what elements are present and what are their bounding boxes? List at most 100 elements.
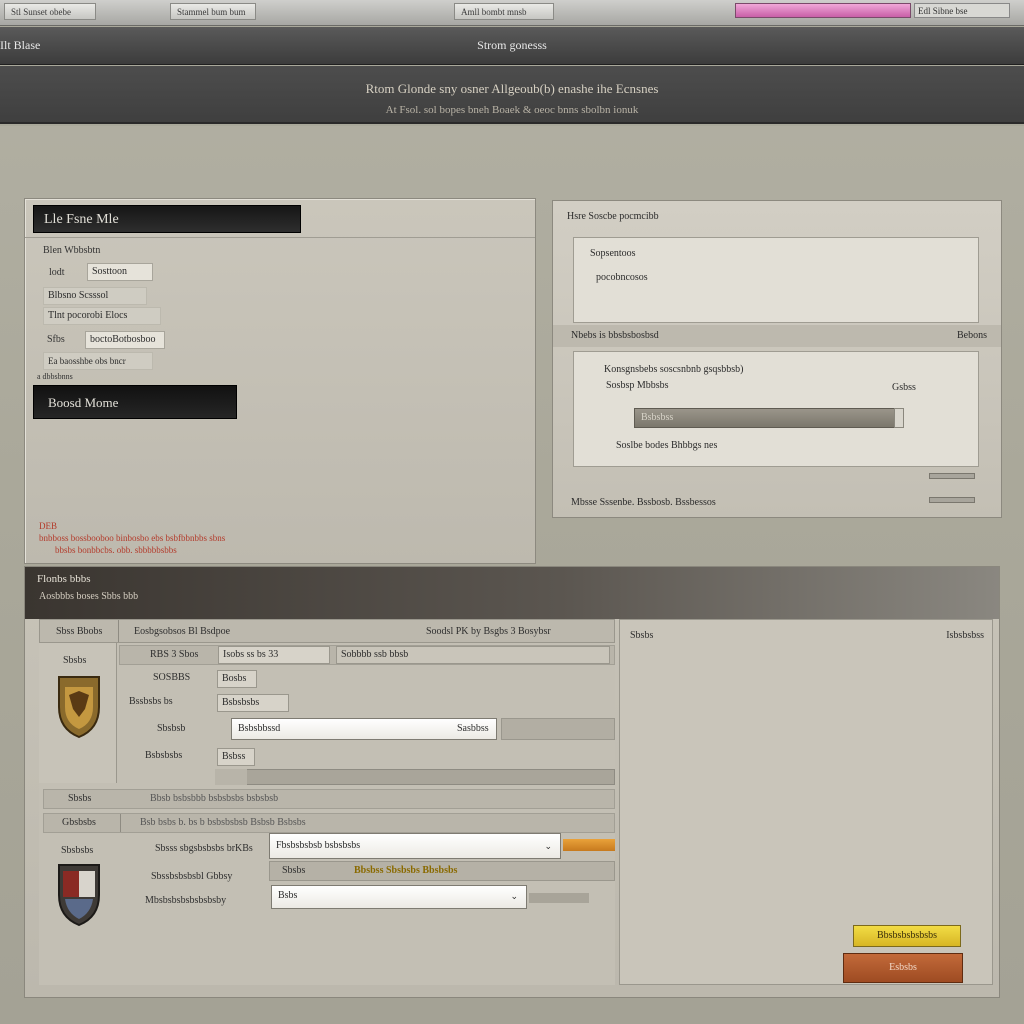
form-field[interactable]: Isobs ss bs 33 bbox=[218, 646, 330, 664]
progress-bar bbox=[735, 3, 911, 18]
info-box-sub: pocobncosos bbox=[596, 272, 648, 283]
small-label: a dbbsbnns bbox=[37, 372, 73, 381]
info-box: Sopsentoos pocobncosos bbox=[573, 237, 979, 323]
section-label: Nbebs is bbsbsbosbsd bbox=[571, 330, 659, 341]
side-panel-title: Sbsbs bbox=[630, 630, 654, 641]
row-value: Sbsbs bbox=[282, 865, 306, 876]
settings-line: Konsgnsbebs soscsnbnb gsqsbbsb) bbox=[604, 364, 744, 375]
primary-button[interactable]: Esbsbs bbox=[843, 953, 963, 983]
form-field[interactable]: Sobbbb ssb bbsb bbox=[336, 646, 610, 664]
info-box-title: Sopsentoos bbox=[590, 248, 636, 259]
slider-handle[interactable] bbox=[894, 408, 904, 428]
wide-row-value: Bbsb bsbsbbb bsbsbsbs bsbsbsb bbox=[150, 793, 279, 804]
browser-tab-1[interactable]: Stl Sunset obebe bbox=[4, 3, 96, 20]
row-label: lodt bbox=[49, 267, 65, 278]
left-panel-label: Blen Wbbsbtn bbox=[43, 245, 101, 256]
wide-row-label: Gbsbsbs bbox=[62, 817, 96, 828]
dropdown-value: Fbsbsbsbsb bsbsbsbs bbox=[276, 840, 361, 851]
form-row: SOSBBS Bosbs bbox=[119, 669, 615, 689]
dropdown-input[interactable]: Bsbs ⌄ bbox=[271, 885, 527, 909]
settings-value: Gsbss bbox=[892, 382, 916, 393]
hero-subheading: At Fsol. sol bopes bneh Boaek & oeoc bnn… bbox=[385, 104, 639, 116]
window-title: Strom gonesss bbox=[477, 38, 547, 52]
row-field[interactable]: boctoBotbosboo bbox=[85, 331, 165, 349]
wide-row: Gbsbsbs Bsb bsbs b. bs b bsbsbsbsb Bsbsb… bbox=[43, 813, 615, 833]
row-label: Sfbs bbox=[47, 334, 65, 345]
browser-right-field[interactable]: Edl Sibne bse bbox=[914, 3, 1010, 18]
input-suffix: Sasbbss bbox=[457, 723, 489, 734]
form-strip bbox=[215, 769, 615, 785]
settings-box: Konsgnsbebs soscsnbnb gsqsbbsb) Sosbsp M… bbox=[573, 351, 979, 467]
warning-text: DEB bbox=[39, 521, 57, 531]
dropdown-value: Bsbs bbox=[278, 890, 298, 901]
form-label: Mbsbsbsbsbsbsbsby bbox=[145, 895, 227, 906]
orange-indicator bbox=[563, 839, 615, 851]
wide-row: Sbsbs Bbsb bsbsbbb bsbsbsbs bsbsbsb bbox=[43, 789, 615, 809]
bottom-panel-title: Flonbs bbbs bbox=[37, 573, 91, 585]
crest-column: Sbsbs bbox=[39, 643, 117, 783]
chevron-down-icon: ⌄ bbox=[510, 891, 518, 901]
right-panel-footer: Mbsse Sssenbe. Bssbosb. Bssbessos bbox=[571, 497, 716, 508]
column-header: Sbss Bbobs bbox=[56, 626, 103, 637]
row-field[interactable]: Tlnt pocorobi Elocs bbox=[43, 307, 161, 325]
right-panel: Hsre Soscbe pocmcibb Sopsentoos pocobnco… bbox=[552, 200, 1002, 518]
browser-tab-3[interactable]: Amll bombt mnsb bbox=[454, 3, 554, 20]
shield-icon bbox=[58, 676, 100, 739]
input-addon bbox=[501, 718, 615, 740]
hero-heading: Rtom Glonde sny osner Allgeoub(b) enashe… bbox=[365, 81, 659, 96]
section-right-label: Bebons bbox=[957, 330, 987, 341]
shield-icon bbox=[58, 864, 100, 927]
form-row: RBS 3 Sbos Isobs ss bs 33 Sobbbb ssb bbs… bbox=[119, 645, 615, 665]
settings-line: Soslbe bodes Bhbbgs nes bbox=[616, 440, 718, 451]
left-panel-header: Lle Fsne Mle bbox=[33, 205, 301, 233]
crest-label: Sbsbsbs bbox=[61, 845, 94, 856]
right-panel-title: Hsre Soscbe pocmcibb bbox=[567, 211, 659, 222]
form-field[interactable]: Bsbsbsbs bbox=[217, 694, 289, 712]
form-field[interactable]: Bsbss bbox=[217, 748, 255, 766]
form-label: Bsbsbsbs bbox=[145, 750, 183, 761]
primary-action-button[interactable]: Boosd Mome bbox=[33, 385, 237, 419]
slider-label: Bsbsbss bbox=[641, 412, 674, 423]
mini-button[interactable] bbox=[929, 497, 975, 503]
form-row: Sbsbsb Bsbsbbssd Sasbbss bbox=[119, 717, 615, 743]
divider bbox=[120, 814, 121, 832]
browser-tab-2[interactable]: Stammel bum bum bbox=[170, 3, 256, 20]
title-bar: Ilt Blase Strom gonesss bbox=[0, 27, 1024, 65]
form-area: Sbss Bbobs Eosbgsobsos Bl Bsdpoe Soodsl … bbox=[39, 619, 615, 985]
form-label: Sbsbsb bbox=[157, 723, 186, 734]
row-field[interactable]: Blbsno Scsssol bbox=[43, 287, 147, 305]
left-panel: Lle Fsne Mle Blen Wbbsbtn lodt Sosttoon … bbox=[24, 198, 536, 564]
form-label: Sbsss sbgsbsbsbs brKBs bbox=[155, 843, 253, 854]
column-header: Soodsl PK by Bsgbs 3 Bosybsr bbox=[426, 626, 551, 637]
form-row: Bssbsbs bs Bsbsbsbs bbox=[119, 693, 615, 713]
form-field[interactable]: Bosbs bbox=[217, 670, 257, 688]
table-header: Sbss Bbobs Eosbgsobsos Bl Bsdpoe Soodsl … bbox=[39, 619, 615, 643]
form-strip-cap bbox=[215, 769, 247, 785]
warning-text: bbsbs bonbbcbs. obb. sbbbbbsbbs bbox=[55, 545, 177, 555]
column-header: Eosbgsobsos Bl Bsdpoe bbox=[134, 626, 231, 637]
row-field[interactable]: Sosttoon bbox=[87, 263, 153, 281]
divider bbox=[118, 620, 119, 642]
form-label: RBS 3 Sbos bbox=[150, 649, 199, 660]
form-row: Bsbsbsbs Bsbss bbox=[119, 747, 615, 767]
bottom-panel-header: Flonbs bbbs Aosbbbs boses Sbbs bbb bbox=[25, 567, 999, 619]
settings-line: Sosbsp Mbbsbs bbox=[606, 380, 669, 391]
crest-column: Sbsbsbs bbox=[39, 837, 127, 985]
wide-row-value: Bsb bsbs b. bs b bsbsbsbsb Bsbsb Bsbsbs bbox=[140, 817, 306, 828]
section-bar: Nbebs is bbsbsbosbsd Bebons bbox=[553, 325, 1001, 347]
wide-row-label: Sbsbs bbox=[68, 793, 92, 804]
bottom-panel-subtitle: Aosbbbs boses Sbbs bbb bbox=[39, 591, 139, 602]
highlight-text: Bbsbss Sbsbsbs Bbsbsbs bbox=[354, 865, 458, 876]
dropdown-input[interactable]: Fbsbsbsbsb bsbsbsbs ⌄ bbox=[269, 833, 561, 859]
input-addon bbox=[529, 893, 589, 903]
row-field[interactable]: Ea baosshbe obs bncr bbox=[43, 352, 153, 370]
secondary-button[interactable]: Bbsbsbsbsbsbs bbox=[853, 925, 961, 947]
mini-button[interactable] bbox=[929, 473, 975, 479]
slider-control[interactable]: Bsbsbss bbox=[634, 408, 904, 428]
chevron-down-icon: ⌄ bbox=[544, 841, 552, 851]
top-strip: Stl Sunset obebe Stammel bum bum Amll bo… bbox=[0, 0, 1024, 26]
form-label: SOSBBS bbox=[153, 672, 191, 683]
form-label: Bssbsbs bs bbox=[129, 696, 173, 707]
warning-text: bnbboss bossbooboo binbosbo ebs bsbfbbnb… bbox=[39, 533, 226, 543]
hero-banner: Rtom Glonde sny osner Allgeoub(b) enashe… bbox=[0, 66, 1024, 124]
